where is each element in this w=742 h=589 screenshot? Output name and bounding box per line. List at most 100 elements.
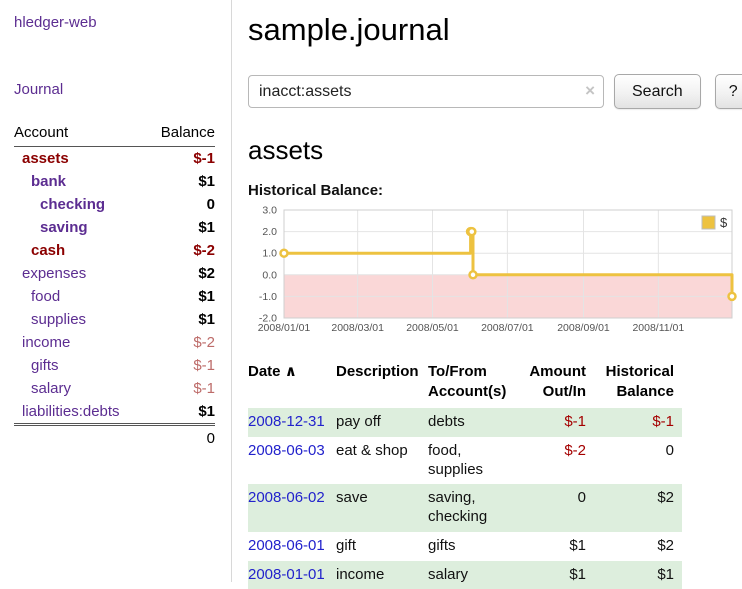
app-title: hledger-web xyxy=(14,14,215,31)
account-row: expenses $2 xyxy=(14,262,215,285)
account-row: salary $-1 xyxy=(14,377,215,400)
register-date-cell: 2008-06-01 xyxy=(248,532,336,561)
accounts-total-row: 0 xyxy=(14,425,215,451)
account-row: food $1 xyxy=(14,285,215,308)
app-title-link[interactable]: hledger-web xyxy=(14,14,97,31)
account-name-cell: checking xyxy=(14,193,147,216)
register-date-cell: 2008-12-31 xyxy=(248,408,336,437)
legend-swatch xyxy=(702,216,715,229)
register-date-link[interactable]: 2008-06-02 xyxy=(248,489,325,506)
data-point-marker xyxy=(281,250,288,257)
account-link[interactable]: income xyxy=(14,334,70,351)
account-link[interactable]: gifts xyxy=(14,357,59,374)
y-tick-label: 1.0 xyxy=(262,248,277,260)
accounts-header-balance: Balance xyxy=(147,122,215,147)
account-name-cell: assets xyxy=(14,147,147,171)
register-date-link[interactable]: 2008-06-01 xyxy=(248,537,325,554)
register-balance: $1 xyxy=(594,561,682,589)
register-description: save xyxy=(336,484,428,532)
account-row: gifts $-1 xyxy=(14,354,215,377)
chart-title: Historical Balance: xyxy=(248,182,742,199)
x-tick-label: 2008/01/01 xyxy=(258,322,311,334)
account-link[interactable]: salary xyxy=(14,380,71,397)
account-row: income $-2 xyxy=(14,331,215,354)
register-balance: $-1 xyxy=(594,408,682,437)
register-amount: $-2 xyxy=(524,437,594,485)
account-link[interactable]: supplies xyxy=(14,311,86,328)
help-button[interactable]: ? xyxy=(715,74,742,109)
account-balance: $-1 xyxy=(147,354,215,377)
data-point-marker xyxy=(729,293,736,300)
balance-chart-svg: 3.02.01.00.0-1.0-2.02008/01/012008/03/01… xyxy=(248,206,738,342)
register-description: eat & shop xyxy=(336,437,428,485)
register-balance: $2 xyxy=(594,484,682,532)
x-tick-label: 2008/07/01 xyxy=(481,322,534,334)
account-link[interactable]: checking xyxy=(14,196,105,213)
journal-link[interactable]: Journal xyxy=(14,81,63,98)
register-header-accounts: To/From Account(s) xyxy=(428,362,524,408)
account-balance: 0 xyxy=(147,193,215,216)
register-row: 2008-06-03 eat & shop food, supplies $-2… xyxy=(248,437,682,485)
register-header-row: Date ∧ Description To/From Account(s) Am… xyxy=(248,362,682,408)
account-name-cell: saving xyxy=(14,216,147,239)
register-row: 2008-01-01 income salary $1 $1 xyxy=(248,561,682,589)
account-name-cell: expenses xyxy=(14,262,147,285)
account-link[interactable]: liabilities:debts xyxy=(14,403,120,420)
search-field-wrap: × xyxy=(248,75,604,108)
y-tick-label: -1.0 xyxy=(259,291,277,303)
account-balance: $1 xyxy=(147,285,215,308)
register-header-date-label: Date xyxy=(248,363,281,380)
account-link[interactable]: assets xyxy=(14,150,69,167)
account-link[interactable]: expenses xyxy=(14,265,86,282)
clear-search-icon[interactable]: × xyxy=(585,81,595,101)
register-description: gift xyxy=(336,532,428,561)
register-date-link[interactable]: 2008-12-31 xyxy=(248,413,325,430)
register-balance: 0 xyxy=(594,437,682,485)
search-bar: × Search ? xyxy=(248,74,742,109)
account-row: liabilities:debts $1 xyxy=(14,400,215,425)
register-header-description: Description xyxy=(336,362,428,408)
register-date-cell: 2008-06-03 xyxy=(248,437,336,485)
account-row: checking 0 xyxy=(14,193,215,216)
register-row: 2008-06-02 save saving, checking 0 $2 xyxy=(248,484,682,532)
x-tick-label: 2008/03/01 xyxy=(331,322,384,334)
account-row: assets $-1 xyxy=(14,147,215,171)
register-description: pay off xyxy=(336,408,428,437)
accounts-header-account: Account xyxy=(14,122,147,147)
account-balance: $1 xyxy=(147,308,215,331)
accounts-table: Account Balance assets $-1 bank $1 check… xyxy=(14,122,215,450)
accounts-header-row: Account Balance xyxy=(14,122,215,147)
accounts-total-balance: 0 xyxy=(147,425,215,451)
app-window: hledger-web Journal Account Balance asse… xyxy=(0,0,742,582)
accounts-table-body: assets $-1 bank $1 checking 0 saving $1 … xyxy=(14,147,215,425)
account-name-cell: cash xyxy=(14,239,147,262)
account-balance: $1 xyxy=(147,170,215,193)
account-link[interactable]: food xyxy=(14,288,60,305)
journal-nav: Journal xyxy=(14,81,215,98)
search-button[interactable]: Search xyxy=(614,74,701,109)
register-date-link[interactable]: 2008-06-03 xyxy=(248,442,325,459)
account-balance: $-1 xyxy=(147,147,215,171)
data-point-marker xyxy=(470,271,477,278)
account-link[interactable]: cash xyxy=(14,242,65,259)
register-balance: $2 xyxy=(594,532,682,561)
legend-label: $ xyxy=(720,215,728,230)
register-amount: $1 xyxy=(524,561,594,589)
register-header-date[interactable]: Date ∧ xyxy=(248,362,336,408)
account-name-cell: food xyxy=(14,285,147,308)
y-tick-label: 0.0 xyxy=(262,269,277,281)
account-name-cell: liabilities:debts xyxy=(14,400,147,425)
account-row: supplies $1 xyxy=(14,308,215,331)
search-input[interactable] xyxy=(248,75,604,108)
register-table: Date ∧ Description To/From Account(s) Am… xyxy=(248,362,682,589)
main-content: sample.journal × Search ? assets Histori… xyxy=(232,0,742,582)
data-point-marker xyxy=(468,228,475,235)
account-name-cell: supplies xyxy=(14,308,147,331)
account-link[interactable]: bank xyxy=(14,173,66,190)
x-tick-label: 2008/05/01 xyxy=(406,322,459,334)
account-balance: $-1 xyxy=(147,377,215,400)
register-amount: $1 xyxy=(524,532,594,561)
account-link[interactable]: saving xyxy=(14,219,88,236)
account-balance: $1 xyxy=(147,216,215,239)
register-date-link[interactable]: 2008-01-01 xyxy=(248,566,325,583)
